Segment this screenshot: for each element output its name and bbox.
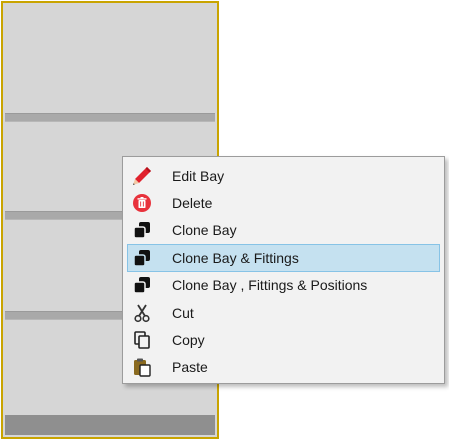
scissors-icon — [131, 302, 153, 324]
menu-item-label: Delete — [172, 195, 213, 212]
context-menu: Edit Bay Delete Clone Bay Clone Bay & Fi… — [122, 156, 445, 384]
menu-item-label: Cut — [172, 304, 194, 321]
clone-icon — [131, 274, 153, 296]
menu-item-cut[interactable]: Cut — [127, 299, 440, 326]
clone-icon — [131, 219, 153, 241]
menu-item-label: Clone Bay & Fittings — [172, 249, 299, 266]
shelf[interactable] — [5, 113, 215, 122]
paste-icon — [131, 356, 153, 378]
menu-item-copy[interactable]: Copy — [127, 326, 440, 353]
clone-icon — [131, 247, 153, 269]
copy-icon — [131, 329, 153, 351]
menu-item-clone-bay[interactable]: Clone Bay — [127, 217, 440, 244]
menu-item-delete[interactable]: Delete — [127, 189, 440, 216]
menu-item-label: Copy — [172, 332, 205, 349]
menu-item-label: Edit Bay — [172, 167, 225, 184]
pencil-icon — [131, 165, 153, 187]
delete-icon — [131, 192, 153, 214]
menu-item-edit-bay[interactable]: Edit Bay — [127, 162, 440, 189]
canvas: Edit Bay Delete Clone Bay Clone Bay & Fi… — [0, 0, 449, 444]
menu-item-label: Paste — [172, 359, 208, 376]
menu-item-label: Clone Bay , Fittings & Positions — [172, 277, 368, 294]
menu-item-label: Clone Bay — [172, 222, 237, 239]
bay-base[interactable] — [5, 415, 215, 435]
menu-item-clone-bay-fittings-positions[interactable]: Clone Bay , Fittings & Positions — [127, 272, 440, 299]
menu-item-clone-bay-fittings[interactable]: Clone Bay & Fittings — [127, 244, 440, 272]
menu-item-paste[interactable]: Paste — [127, 354, 440, 381]
